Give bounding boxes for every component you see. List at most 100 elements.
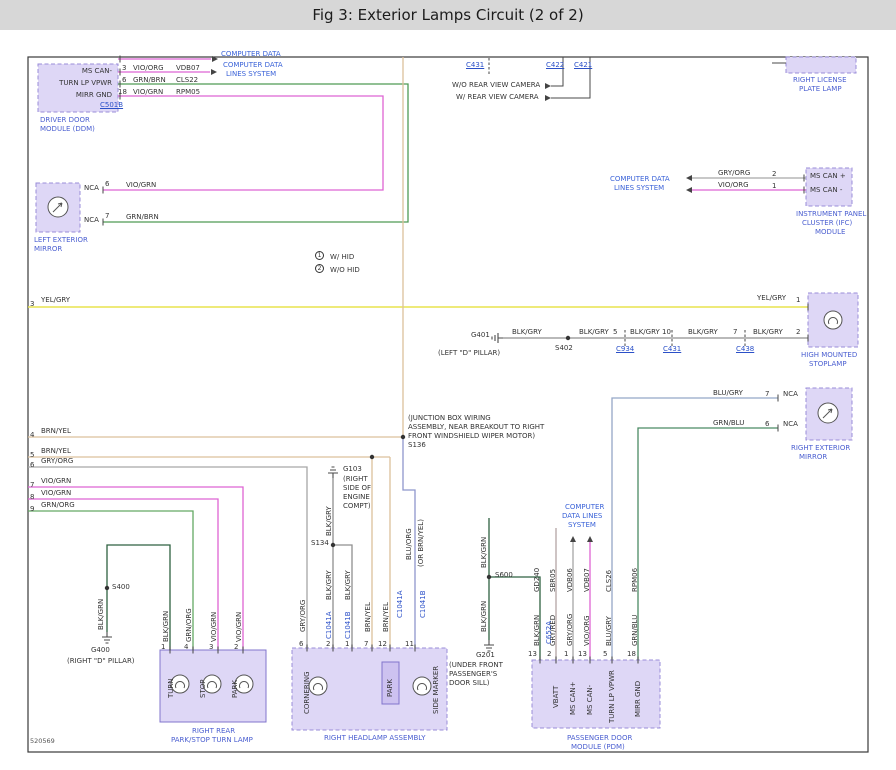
pin-number: 18: [627, 650, 636, 658]
wire-color-label: GRN/ORG: [185, 608, 193, 642]
ground-location-label: (UNDER FRONT: [449, 661, 503, 669]
footnote-1-label: W/ HID: [330, 253, 354, 261]
ddm-pin-label: MIRR GND: [40, 91, 112, 99]
connector-link-c438[interactable]: C438: [736, 345, 754, 353]
wire-rear-gnd-blk-grn: [107, 545, 170, 650]
pin-number: 3: [209, 643, 213, 651]
pin-number: 13: [578, 650, 587, 658]
wire-color-label: VIO/GRN: [133, 88, 163, 96]
module-name: RIGHT HEADLAMP ASSEMBLY: [324, 734, 426, 742]
inline-connector-symbols: [489, 58, 745, 346]
pdm-pin-label: MS CAN-: [586, 685, 594, 715]
connector-link-c421[interactable]: C421: [574, 61, 592, 69]
connector-link-c1041a[interactable]: C1041A: [396, 591, 404, 619]
wire-color-label: BLU/GRY: [713, 389, 743, 397]
wire-alt-color-label: (OR BRN/YEL): [417, 519, 425, 567]
splice-label: S402: [555, 344, 573, 352]
computer-data-cut-label: COMPUTER DATA: [221, 50, 281, 58]
footnote-2-label: W/O HID: [330, 266, 360, 274]
nca-label: NCA: [84, 216, 99, 224]
connector-link-c652a[interactable]: C652A: [545, 621, 553, 644]
pin-number: 7: [733, 328, 737, 336]
wire-color-label: BLK/GRN: [97, 599, 105, 630]
wire-color-label: GRY/ORG: [718, 169, 750, 177]
diagram-canvas: [0, 0, 896, 770]
wire-color-label: BLK/GRY: [753, 328, 783, 336]
pdm-pin-label: TURN LP VPWR: [608, 670, 616, 723]
wire-color-label: GRN/BRN: [126, 213, 159, 221]
wire-grn-blu-rmirror: [638, 428, 778, 660]
stoplamp-bulb-icon: [824, 311, 842, 329]
wire-color-label: VIO/GRN: [210, 612, 218, 642]
pin-number: 6: [105, 180, 109, 188]
row-number: 3: [30, 300, 34, 308]
sidemarker-bulb-icon: [413, 677, 431, 695]
doc-number: 520569: [30, 737, 55, 745]
circuit-label: RPM05: [176, 88, 200, 96]
connector-link-c422[interactable]: C422: [546, 61, 564, 69]
ground-location-label: SIDE OF: [343, 484, 371, 492]
pin-number: 2: [772, 170, 776, 178]
module-name: MODULE (DDM): [40, 125, 95, 133]
wire-color-label: VIO/GRN: [41, 477, 71, 485]
pdm-pin-label: VBATT: [552, 686, 560, 708]
nca-label: NCA: [84, 184, 99, 192]
row-number: 9: [30, 505, 34, 513]
pin-number: 13: [528, 650, 537, 658]
module-name: RIGHT EXTERIOR: [791, 444, 850, 452]
pin-number: 6: [299, 640, 303, 648]
ground-label: G400: [91, 646, 110, 654]
wire-turn-lp-vpwr: [103, 84, 408, 222]
footnote-1-icon: 1: [315, 251, 324, 260]
module-name: LEFT EXTERIOR: [34, 236, 88, 244]
wire-color-label: BRN/YEL: [41, 447, 71, 455]
connector-link-c1041a[interactable]: C1041A: [325, 612, 333, 640]
ground-label: G201: [476, 651, 495, 659]
circuit-label: CLS22: [176, 76, 198, 84]
flow-arrows: [211, 56, 692, 542]
module-name: RIGHT LICENSE: [793, 76, 847, 84]
connector-link-c1041b[interactable]: C1041B: [344, 611, 352, 639]
pin-number: 1: [772, 182, 776, 190]
connector-link-c431-top[interactable]: C431: [466, 61, 484, 69]
pin-number: 10: [662, 328, 671, 336]
wire-color-label: BLK/GRY: [630, 328, 660, 336]
wire-color-label: GRY/ORG: [41, 457, 73, 465]
module-name: PLATE LAMP: [799, 85, 842, 93]
pin-number: 1: [564, 650, 568, 658]
lamp-label: SIDE MARKER: [432, 666, 440, 714]
connector-link-c934[interactable]: C934: [616, 345, 634, 353]
computer-data-label-2: DATA LINES: [562, 512, 602, 520]
lamp-label: CORNERING: [303, 671, 311, 714]
module-name: INSTRUMENT PANEL: [796, 210, 866, 218]
splice-label: S600: [495, 571, 513, 579]
pin-number: 12: [378, 640, 387, 648]
wire-color-label: BLK/GRN: [480, 537, 488, 568]
ground-location-label: ENGINE: [343, 493, 370, 501]
pin-number: 5: [613, 328, 617, 336]
option-label-wo-camera: W/O REAR VIEW CAMERA: [452, 81, 540, 89]
wire-color-label: VIO/GRN: [126, 181, 156, 189]
connector-link-c501b[interactable]: C501B: [100, 101, 123, 109]
wire-color-label: BLK/GRY: [325, 570, 333, 600]
diagram-border: [28, 57, 868, 752]
pin-number: 2: [547, 650, 551, 658]
connector-link-c431[interactable]: C431: [663, 345, 681, 353]
cornering-bulb-icon: [309, 677, 327, 695]
ground-symbol-g401: [492, 333, 503, 343]
pin-number: 3: [122, 64, 126, 72]
module-name: RIGHT REAR: [192, 727, 235, 735]
wire-color-label: GRY/ORG: [566, 614, 574, 646]
row-number: 6: [30, 461, 34, 469]
pin-number: 7: [364, 640, 368, 648]
ground-location-label: (LEFT "D" PILLAR): [438, 349, 500, 357]
connector-link-c1041b[interactable]: C1041B: [419, 590, 427, 618]
module-name: MIRROR: [799, 453, 827, 461]
pin-number: 5: [603, 650, 607, 658]
module-name: CLUSTER (IFC): [802, 219, 852, 227]
wire-color-label: BRN/YEL: [41, 427, 71, 435]
ground-location-label: PASSENGER'S: [449, 670, 497, 678]
wire-color-label: GRN/BRN: [133, 76, 166, 84]
wire-color-label: BRN/YEL: [382, 602, 390, 632]
ifc-pin-label: MS CAN -: [810, 186, 842, 194]
